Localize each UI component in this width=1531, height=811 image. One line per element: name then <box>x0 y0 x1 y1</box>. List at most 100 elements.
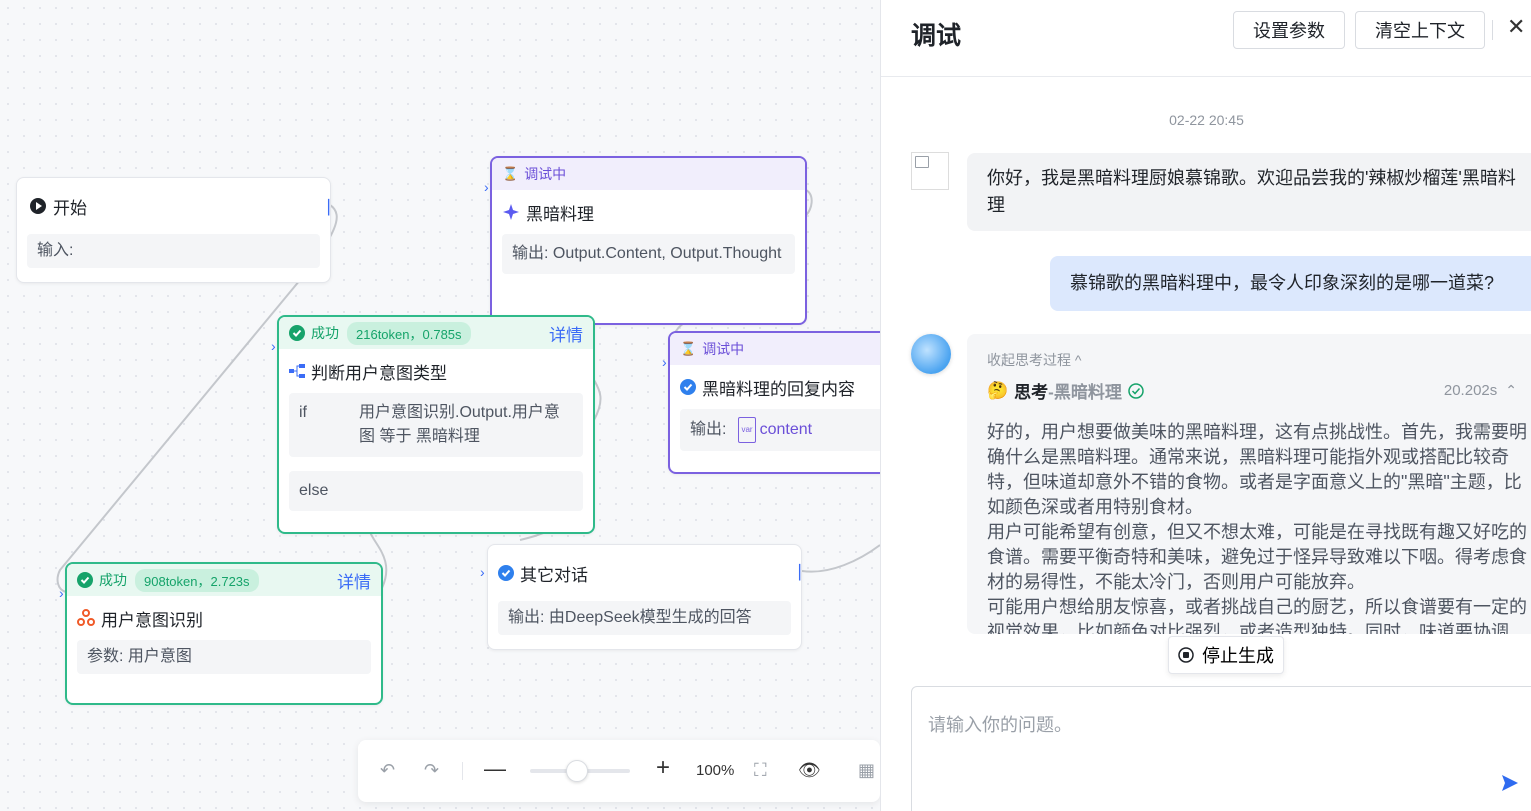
close-icon[interactable]: ✕ <box>1507 14 1525 40</box>
clear-context-button[interactable]: 清空上下文 <box>1355 11 1485 49</box>
judge-status: 成功 216token，0.785s 详情 <box>279 317 593 349</box>
dark-reply-node[interactable]: ⌛ 调试中 黑暗料理的回复内容 输出: var content › <box>662 331 880 474</box>
collapse-thinking-toggle[interactable]: 收起思考过程 ^ <box>987 350 1081 370</box>
other-conversation-node[interactable]: 其它对话 输出: 由DeepSeek模型生成的回答 › ▏ <box>480 544 810 650</box>
stop-generation-button[interactable]: 停止生成 <box>1168 636 1284 674</box>
reply-output-label: 输出: <box>690 421 727 438</box>
reply-header: 黑暗料理的回复内容 <box>670 365 880 409</box>
zoom-slider-handle[interactable] <box>566 760 588 782</box>
canvas-toolbar: ↶ ↷ — + 100% ⛶ 👁 ▦ <box>358 740 880 802</box>
intent-title: 用户意图识别 <box>101 610 203 630</box>
sparkle-icon <box>502 203 520 221</box>
debug-panel: 调试 设置参数 清空上下文 ✕ 02-22 20:45 你好，我是黑暗料理厨娘慕… <box>880 0 1531 811</box>
intent-input-port[interactable]: › <box>59 586 65 600</box>
reply-status-label: 调试中 <box>702 341 745 357</box>
check-circle-icon <box>77 572 93 588</box>
intent-header: 用户意图识别 <box>67 596 381 640</box>
dark-cooking-status: ⌛ 调试中 <box>492 158 805 190</box>
if-label: if <box>299 404 307 421</box>
zoom-out-icon[interactable]: — <box>484 756 506 782</box>
question-input-box[interactable] <box>911 686 1531 811</box>
thinking-content: 好的，用户想要做美味的黑暗料理，这有点挑战性。首先，我需要明确什么是黑暗料理。通… <box>987 422 1527 634</box>
dark-cooking-header: 黑暗料理 <box>492 190 805 234</box>
play-circle-icon <box>29 197 47 215</box>
intent-icon <box>77 609 95 627</box>
check-badge-icon <box>498 565 514 581</box>
ai-response-box: 收起思考过程 ^ 🤔 思考 -黑暗料理 20.202s ⌃ 好的，用户想要做美味… <box>967 334 1531 634</box>
other-output: 输出: 由DeepSeek模型生成的回答 <box>498 601 791 635</box>
dark-cooking-status-label: 调试中 <box>524 166 567 182</box>
user-question-bubble: 慕锦歌的黑暗料理中，最令人印象深刻的是哪一道菜? <box>1050 256 1531 311</box>
think-time: 20.202s <box>1443 382 1498 399</box>
judge-header: 判断用户意图类型 <box>279 349 593 393</box>
workflow-canvas[interactable]: 开始 输入: ▏ ⌛ 调试中 黑暗料理 输出: Output.Content, … <box>0 0 880 811</box>
ai-avatar <box>911 334 951 374</box>
start-input-field: 输入: <box>27 234 320 268</box>
judge-status-label: 成功 <box>311 325 339 341</box>
other-input-port[interactable]: › <box>480 565 486 579</box>
intent-status-label: 成功 <box>99 572 127 588</box>
question-input[interactable] <box>926 709 1490 773</box>
branch-icon <box>289 364 305 378</box>
other-header: 其它对话 <box>488 545 801 601</box>
message-timestamp: 02-22 20:45 <box>1169 112 1244 128</box>
var-icon: var <box>738 417 756 443</box>
debug-panel-header: 调试 设置参数 清空上下文 ✕ <box>881 0 1531 77</box>
judge-intent-node[interactable]: 成功 216token，0.785s 详情 判断用户意图类型 if 用户意图识别… <box>271 315 595 534</box>
check-outline-icon <box>1128 382 1144 399</box>
start-output-port[interactable]: ▏ <box>328 200 339 214</box>
hourglass-icon: ⌛ <box>502 166 519 181</box>
reply-output: 输出: var content <box>680 409 880 451</box>
intent-status: 成功 908token，2.723s 详情 <box>67 564 381 596</box>
judge-else-branch: else <box>289 471 583 511</box>
stop-icon <box>1178 647 1194 663</box>
reply-title: 黑暗料理的回复内容 <box>702 379 855 399</box>
other-title: 其它对话 <box>520 565 588 585</box>
dark-cooking-title: 黑暗料理 <box>526 204 594 224</box>
check-circle-icon <box>289 325 305 341</box>
start-node-title: 开始 <box>53 198 87 218</box>
eye-icon[interactable]: 👁 <box>798 760 821 781</box>
header-divider <box>1492 20 1493 40</box>
send-icon[interactable] <box>1500 773 1520 798</box>
fit-view-icon[interactable]: ⛶ <box>754 760 767 781</box>
intent-recognition-node[interactable]: 成功 908token，2.723s 详情 用户意图识别 参数: 用户意图 › <box>59 562 383 705</box>
grid-icon[interactable]: ▦ <box>858 760 875 781</box>
think-sub: -黑暗料理 <box>1048 383 1122 402</box>
thinking-face-icon: 🤔 <box>987 380 1009 400</box>
undo-icon[interactable]: ↶ <box>380 760 395 781</box>
toolbar-divider <box>462 762 463 780</box>
panel-title: 调试 <box>911 22 962 50</box>
dark-cooking-output: 输出: Output.Content, Output.Thought <box>502 234 795 274</box>
broken-image-icon <box>915 156 929 168</box>
start-node[interactable]: 开始 输入: ▏ <box>16 177 339 283</box>
check-badge-icon <box>680 379 696 395</box>
redo-icon[interactable]: ↷ <box>424 760 439 781</box>
zoom-slider[interactable] <box>530 760 630 782</box>
thinking-header: 🤔 思考 -黑暗料理 20.202s ⌃ <box>987 378 1517 403</box>
zoom-in-icon[interactable]: + <box>656 754 670 782</box>
stop-generation-label: 停止生成 <box>1202 646 1274 666</box>
reply-status: ⌛ 调试中 <box>670 333 880 365</box>
judge-detail-link[interactable]: 详情 <box>549 321 583 346</box>
judge-token-badge: 216token，0.785s <box>347 321 471 345</box>
intent-detail-link[interactable]: 详情 <box>337 568 371 593</box>
intent-param: 参数: 用户意图 <box>77 640 371 674</box>
start-node-header: 开始 <box>17 178 330 234</box>
zoom-level: 100% <box>696 762 735 779</box>
judge-if-branch: if 用户意图识别.Output.用户意图 等于 黑暗料理 <box>289 393 583 457</box>
think-label: 思考 <box>1014 383 1049 402</box>
other-output-port[interactable]: ▏ <box>799 565 810 579</box>
bot-avatar <box>911 152 949 190</box>
judge-title: 判断用户意图类型 <box>311 363 447 383</box>
dark-cooking-node[interactable]: ⌛ 调试中 黑暗料理 输出: Output.Content, Output.Th… <box>484 156 807 325</box>
hourglass-icon: ⌛ <box>680 341 697 356</box>
judge-input-port[interactable]: › <box>271 339 277 353</box>
if-condition: 用户意图识别.Output.用户意图 等于 黑暗料理 <box>359 404 560 445</box>
reply-input-port[interactable]: › <box>662 355 668 369</box>
bot-greeting-bubble: 你好，我是黑暗料理厨娘慕锦歌。欢迎品尝我的'辣椒炒榴莲'黑暗料理 <box>967 153 1531 231</box>
chevron-up-icon[interactable]: ⌃ <box>1505 382 1517 399</box>
intent-token-badge: 908token，2.723s <box>135 568 259 592</box>
set-params-button[interactable]: 设置参数 <box>1233 11 1345 49</box>
dark-cooking-input-port[interactable]: › <box>484 180 490 194</box>
